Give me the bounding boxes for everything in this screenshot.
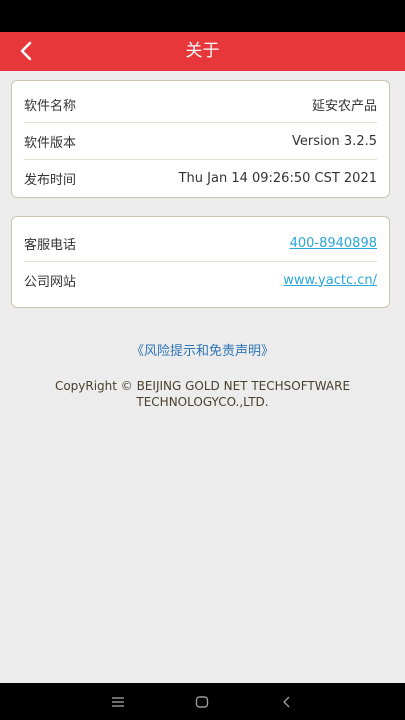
- app-info-card: 软件名称 延安农产品 软件版本 Version 3.2.5 发布时间 Thu J…: [11, 80, 390, 198]
- app-name-row: 软件名称 延安农产品: [24, 86, 377, 122]
- app-version-row: 软件版本 Version 3.2.5: [24, 122, 377, 159]
- app-name-label: 软件名称: [24, 98, 77, 114]
- copyright-line-1: CopyRight © BEIJING GOLD NET TECHSOFTWAR…: [54, 379, 351, 393]
- disclaimer-link[interactable]: 《风险提示和免责声明》: [0, 340, 405, 359]
- phone-label: 客服电话: [24, 237, 77, 253]
- menu-icon: [112, 696, 124, 707]
- system-nav-bar: [0, 683, 405, 720]
- status-bar: [0, 0, 405, 32]
- back-triangle-icon: [283, 696, 290, 707]
- app-header: 关于: [0, 32, 405, 71]
- copyright-text: CopyRight © BEIJING GOLD NET TECHSOFTWAR…: [20, 378, 385, 410]
- nav-home-button[interactable]: [182, 683, 222, 720]
- nav-back-button[interactable]: [267, 683, 307, 720]
- app-name-value: 延安农产品: [311, 98, 377, 114]
- website-row: 公司网站 www.yactc.cn/: [24, 261, 377, 298]
- phone-link[interactable]: 400-8940898: [290, 236, 377, 251]
- page-title: 关于: [185, 41, 220, 61]
- release-time-value: Thu Jan 14 09:26:50 CST 2021: [178, 170, 377, 186]
- nav-menu-button[interactable]: [98, 683, 138, 720]
- phone-row: 客服电话 400-8940898: [24, 225, 377, 261]
- release-time-label: 发布时间: [24, 172, 77, 188]
- website-link[interactable]: www.yactc.cn/: [283, 273, 377, 288]
- app-version-value: Version 3.2.5: [291, 133, 377, 149]
- copyright-line-2: TECHNOLOGYCO.,LTD.: [136, 395, 269, 409]
- website-label: 公司网站: [24, 274, 77, 290]
- home-square-icon: [195, 695, 209, 708]
- release-time-row: 发布时间 Thu Jan 14 09:26:50 CST 2021: [24, 159, 377, 196]
- contact-card: 客服电话 400-8940898 公司网站 www.yactc.cn/: [11, 216, 390, 308]
- app-version-label: 软件版本: [24, 135, 77, 151]
